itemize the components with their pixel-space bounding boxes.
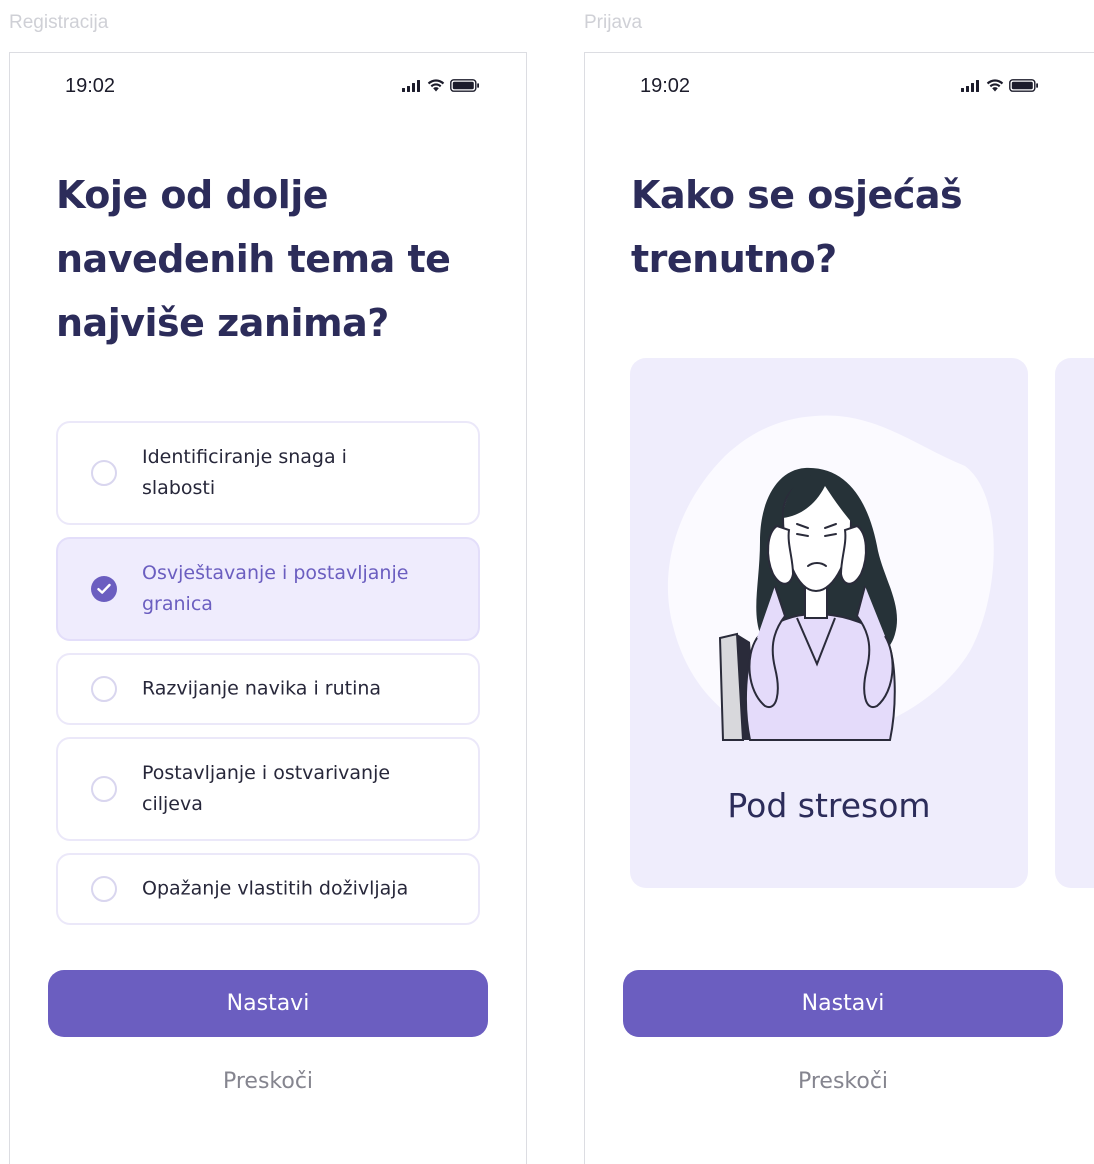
registration-screen: 19:02 Koje od dolje navedenih tema te na… (9, 52, 527, 1164)
status-icons (402, 79, 480, 92)
continue-button[interactable]: Nastavi (623, 970, 1063, 1037)
radio-button-checked[interactable] (91, 576, 117, 602)
stressed-woman-illustration (667, 415, 994, 742)
mood-label: Pod stresom (727, 786, 931, 825)
signal-icon (402, 79, 420, 92)
topic-option-label: Identificiranje snaga i slabosti (142, 446, 347, 499)
radio-button[interactable] (91, 460, 117, 486)
topic-option-experiences[interactable]: Opažanje vlastitih doživljaja (56, 853, 480, 925)
topic-option-label: Razvijanje navika i rutina (142, 677, 382, 700)
battery-icon (450, 79, 479, 92)
frame-label-login: Prijava (584, 12, 643, 33)
title-line: najviše zanima? (56, 301, 389, 345)
page-title: Kako se osjećaš trenutno? (631, 163, 1071, 291)
skip-button[interactable]: Preskoči (48, 1069, 488, 1094)
topic-option-boundaries[interactable]: Osvještavanje i postavljanje granica (56, 537, 480, 641)
title-line: Kako se osjećaš (631, 173, 963, 217)
mood-card-stressed[interactable]: Pod stresom (630, 358, 1028, 888)
continue-button[interactable]: Nastavi (48, 970, 488, 1037)
radio-button[interactable] (91, 676, 117, 702)
mood-card-next[interactable] (1055, 358, 1094, 888)
status-time: 19:02 (65, 75, 116, 97)
radio-button[interactable] (91, 876, 117, 902)
topic-option-goals[interactable]: Postavljanje i ostvarivanje ciljeva (56, 737, 480, 841)
status-bar: 19:02 (10, 75, 526, 101)
frame-label-registration: Registracija (9, 12, 109, 33)
topic-option-strengths[interactable]: Identificiranje snaga i slabosti (56, 421, 480, 525)
topic-option-label: Opažanje vlastitih doživljaja (142, 877, 409, 900)
wifi-icon (427, 79, 445, 92)
topic-option-label: Postavljanje i ostvarivanje ciljeva (142, 762, 391, 815)
title-line: navedenih tema te (56, 237, 451, 281)
title-line: Koje od dolje (56, 173, 329, 217)
page-title: Koje od dolje navedenih tema te najviše … (56, 163, 496, 355)
signal-icon (961, 79, 979, 92)
login-screen: 19:02 Kako se osjećaš trenutno? Pod stre… (584, 52, 1094, 1164)
battery-icon (1009, 79, 1038, 92)
topic-option-habits[interactable]: Razvijanje navika i rutina (56, 653, 480, 725)
title-line: trenutno? (631, 237, 837, 281)
topic-option-label: Osvještavanje i postavljanje granica (142, 562, 409, 615)
check-icon (97, 583, 111, 594)
status-icons (961, 79, 1039, 92)
topic-options-list: Identificiranje snaga i slabosti Osvješt… (56, 421, 480, 937)
status-bar: 19:02 (585, 75, 1094, 101)
skip-button[interactable]: Preskoči (623, 1069, 1063, 1094)
wifi-icon (986, 79, 1004, 92)
status-time: 19:02 (640, 75, 691, 97)
radio-button[interactable] (91, 776, 117, 802)
